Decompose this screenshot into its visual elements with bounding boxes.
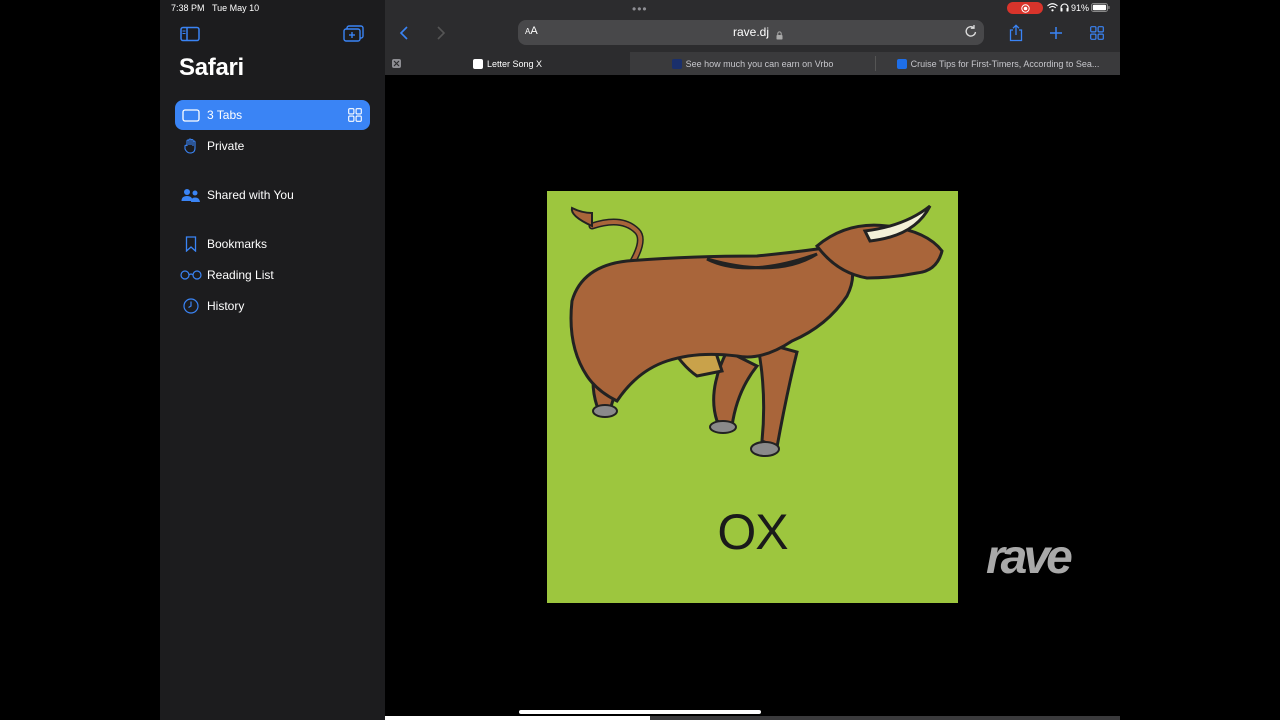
share-button[interactable]: [1006, 22, 1026, 44]
screen-recording-indicator[interactable]: [1007, 2, 1043, 14]
sidebar-title: Safari: [179, 54, 244, 81]
sidebar-item-label: 3 Tabs: [207, 108, 243, 122]
vrbo-favicon-icon: [671, 58, 682, 69]
sidebar-item-label: Private: [207, 139, 245, 153]
sidebar-item-history[interactable]: History: [175, 291, 370, 321]
tab-overview-icon[interactable]: [348, 108, 362, 127]
sidebar-item-label: Bookmarks: [207, 237, 268, 251]
video-caption: OX: [717, 504, 788, 560]
people-icon: [175, 188, 207, 203]
tab-vrbo[interactable]: See how much you can earn on Vrbo: [630, 52, 875, 75]
sidebar-item-shared-with-you[interactable]: Shared with You: [175, 180, 370, 210]
record-icon: [1020, 3, 1030, 13]
bookmark-icon: [175, 236, 207, 252]
reload-icon[interactable]: [964, 24, 978, 44]
headphones-icon: [1060, 3, 1069, 12]
status-time: 7:38 PM: [171, 3, 205, 13]
sidebar-item-tabs[interactable]: 3 Tabs: [175, 100, 370, 130]
sidebar-item-bookmarks[interactable]: Bookmarks: [175, 229, 370, 259]
tab-cruise-tips[interactable]: Cruise Tips for First-Timers, According …: [876, 52, 1120, 75]
clock-icon: [175, 298, 207, 314]
tab-letter-song[interactable]: Letter Song X: [385, 52, 630, 75]
sidebar-item-label: Shared with You: [207, 188, 294, 202]
sidebar-item-reading-list[interactable]: Reading List: [175, 260, 370, 290]
battery-percentage: 91%: [1071, 3, 1090, 13]
new-tab-group-icon: [343, 25, 364, 42]
close-icon: [393, 60, 400, 67]
rave-favicon-icon: [472, 58, 483, 69]
new-tab-group-button[interactable]: [341, 23, 367, 45]
url-text: rave.dj: [732, 25, 770, 39]
home-indicator[interactable]: [519, 710, 761, 714]
letterbox-right: [1120, 0, 1280, 720]
tablet-icon: [175, 108, 207, 122]
battery-icon: [1091, 3, 1110, 12]
sidebar-item-label: Reading List: [207, 268, 274, 282]
news-favicon-icon: [896, 58, 907, 69]
wifi-icon: [1047, 3, 1058, 12]
video-progress-fill: [385, 716, 650, 720]
forward-button[interactable]: [433, 24, 449, 42]
chevron-right-icon: [437, 26, 446, 40]
status-date: Tue May 10: [212, 3, 260, 13]
hand-icon: [175, 138, 207, 154]
letterbox-left: [0, 0, 160, 720]
new-tab-button[interactable]: [1046, 22, 1066, 44]
sidebar-icon: [180, 26, 200, 42]
back-button[interactable]: [396, 24, 412, 42]
video-frame[interactable]: OX: [547, 191, 958, 603]
share-icon: [1009, 24, 1023, 42]
multitasking-dots-icon[interactable]: •••: [632, 2, 648, 16]
address-bar[interactable]: AA rave.dj: [518, 20, 984, 45]
tab-label: See how much you can earn on Vrbo: [685, 58, 834, 69]
tab-label: Letter Song X: [486, 58, 543, 69]
sidebar-toggle-button[interactable]: [177, 23, 203, 45]
sidebar-item-label: History: [207, 299, 245, 313]
chevron-left-icon: [399, 26, 408, 40]
tab-close-button[interactable]: [392, 59, 401, 68]
rave-watermark-logo: rave: [986, 531, 1073, 584]
tab-label: Cruise Tips for First-Timers, According …: [910, 58, 1100, 69]
sidebar-item-private[interactable]: Private: [175, 131, 370, 161]
glasses-icon: [175, 270, 207, 280]
ox-illustration: [569, 204, 944, 457]
lock-icon: [776, 27, 783, 45]
tab-grid-icon: [1090, 26, 1104, 40]
plus-icon: [1050, 27, 1062, 39]
tab-overview-button[interactable]: [1087, 22, 1107, 44]
